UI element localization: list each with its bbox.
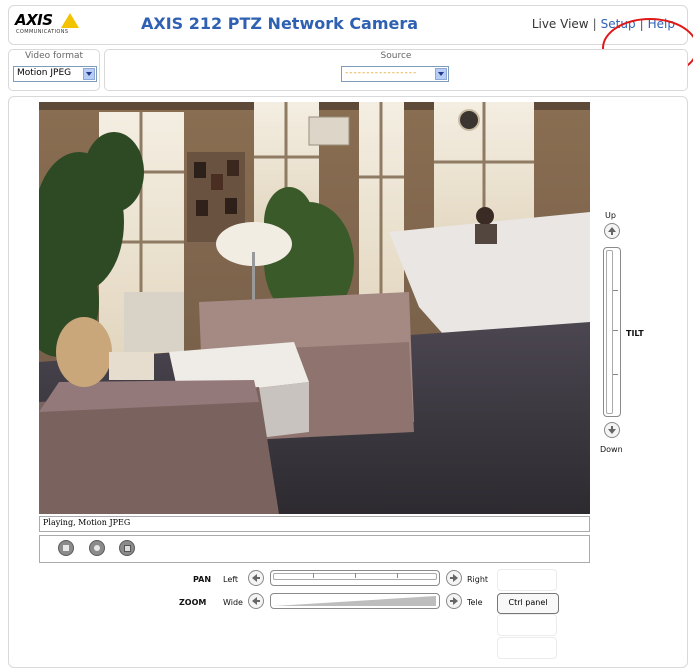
- nav-live-view[interactable]: Live View: [532, 17, 589, 31]
- empty-button-slot: [497, 614, 557, 636]
- tilt-slider-track: [606, 250, 613, 414]
- ctrl-panel-button[interactable]: Ctrl panel: [497, 593, 559, 614]
- chevron-down-icon[interactable]: [83, 68, 95, 80]
- arrow-right-icon[interactable]: [446, 593, 462, 609]
- tilt-tick: [613, 374, 618, 375]
- source-label: Source: [380, 51, 412, 61]
- zoom-wide-label: Wide: [223, 598, 243, 607]
- arrow-left-icon[interactable]: [248, 570, 264, 586]
- tilt-down-label: Down: [600, 445, 623, 454]
- top-nav: Live View | Setup | Help: [532, 17, 675, 31]
- fullscreen-icon[interactable]: [119, 540, 135, 556]
- stream-status-bar: Playing, Motion JPEG: [39, 516, 590, 532]
- source-panel: Source -----------------: [104, 49, 688, 91]
- stop-icon[interactable]: [58, 540, 74, 556]
- video-format-select[interactable]: Motion JPEG: [13, 66, 97, 82]
- tilt-tick: [613, 290, 618, 291]
- header-bar: AXIS COMMUNICATIONS AXIS 212 PTZ Network…: [8, 5, 688, 45]
- pan-left-label: Left: [223, 575, 239, 584]
- nav-separator: |: [639, 17, 644, 31]
- video-format-label: Video format: [24, 51, 84, 61]
- nav-separator: |: [592, 17, 597, 31]
- logo-subtext: COMMUNICATIONS: [16, 29, 69, 35]
- zoom-slider[interactable]: [270, 593, 440, 609]
- logo-text: AXIS: [15, 11, 53, 29]
- pan-tick: [313, 573, 314, 578]
- empty-button-slot: [497, 569, 557, 591]
- logo-triangle-icon: [61, 13, 79, 28]
- pan-tick: [397, 573, 398, 578]
- tilt-slider[interactable]: [603, 247, 621, 417]
- page-title: AXIS 212 PTZ Network Camera: [141, 14, 419, 33]
- pan-label: PAN: [193, 575, 212, 584]
- source-value: -----------------: [345, 68, 418, 78]
- empty-button-slot: [497, 637, 557, 659]
- zoom-tele-label: Tele: [467, 598, 483, 607]
- stream-control-bar: [39, 535, 590, 563]
- zoom-label: ZOOM: [179, 598, 207, 607]
- nav-setup[interactable]: Setup: [601, 17, 636, 31]
- video-format-value: Motion JPEG: [17, 68, 72, 78]
- video-format-panel: Video format Motion JPEG: [8, 49, 100, 91]
- tilt-up-label: Up: [605, 211, 616, 220]
- nav-help[interactable]: Help: [648, 17, 675, 31]
- tilt-tick: [613, 330, 618, 331]
- arrow-right-icon[interactable]: [446, 570, 462, 586]
- tilt-label: TILT: [626, 329, 644, 338]
- arrow-up-icon[interactable]: [604, 223, 620, 239]
- camera-scene-image: [39, 102, 590, 514]
- zoom-wedge-indicator: [274, 596, 436, 606]
- chevron-down-icon[interactable]: [435, 68, 447, 80]
- source-select[interactable]: -----------------: [341, 66, 449, 82]
- arrow-down-icon[interactable]: [604, 422, 620, 438]
- pan-right-label: Right: [467, 575, 489, 584]
- pan-slider[interactable]: [270, 570, 440, 586]
- pan-tick: [355, 573, 356, 578]
- video-stream[interactable]: [39, 102, 590, 514]
- stream-status-text: Playing, Motion JPEG: [43, 518, 131, 527]
- arrow-left-icon[interactable]: [248, 593, 264, 609]
- axis-logo[interactable]: AXIS COMMUNICATIONS: [15, 11, 85, 37]
- camera-icon[interactable]: [89, 540, 105, 556]
